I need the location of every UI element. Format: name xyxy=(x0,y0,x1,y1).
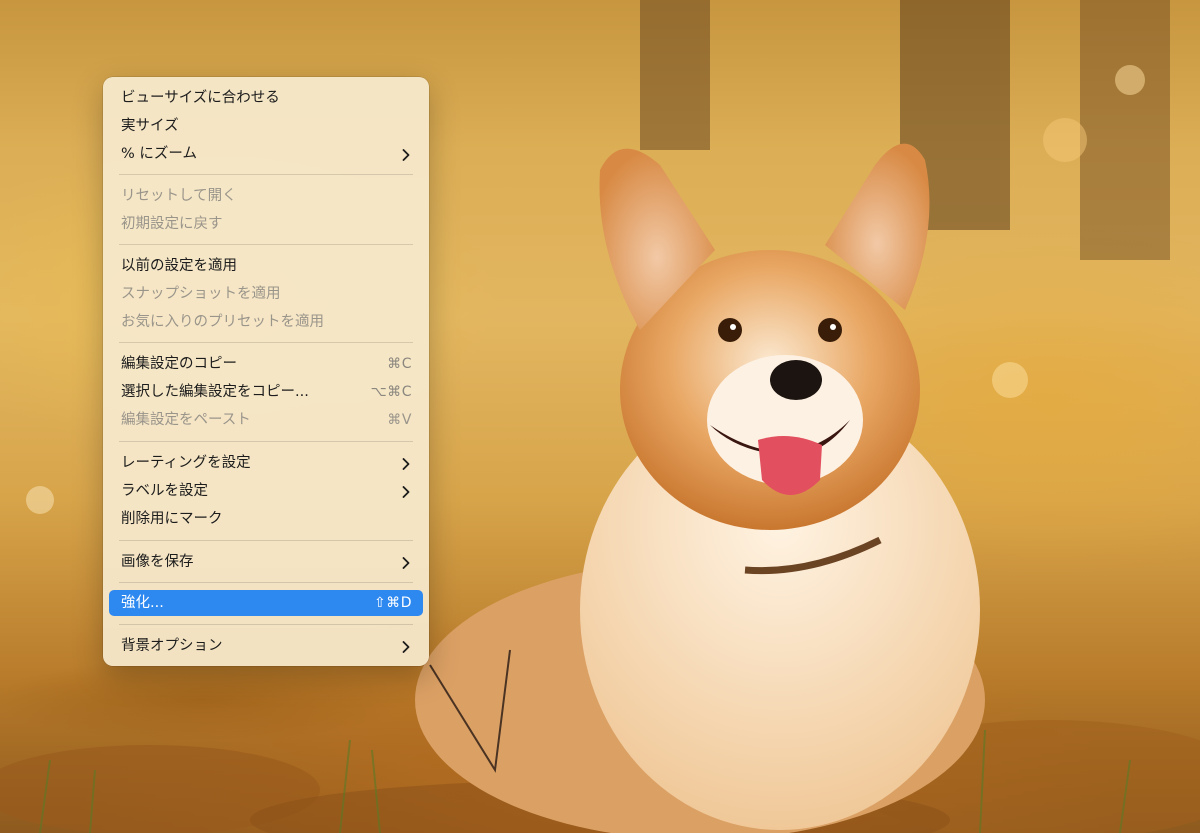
menu-separator xyxy=(119,624,413,625)
menu-item-label: お気に入りのプリセットを適用 xyxy=(121,314,324,330)
photo-background: ビューサイズに合わせる 実サイズ % にズーム リセットして開く 初期設定に戻す… xyxy=(0,0,1200,833)
menu-item-label: ビューサイズに合わせる xyxy=(121,90,280,106)
menu-separator xyxy=(119,342,413,343)
menu-item-label: 削除用にマーク xyxy=(121,511,223,527)
chevron-right-icon xyxy=(402,557,410,569)
chevron-right-icon xyxy=(402,641,410,653)
menu-separator xyxy=(119,174,413,175)
chevron-right-icon xyxy=(402,486,410,498)
menu-item-shortcut: ⌘V xyxy=(387,412,412,428)
menu-item-label: スナップショットを適用 xyxy=(121,286,281,302)
menu-item-background-options[interactable]: 背景オプション xyxy=(109,633,423,659)
menu-separator xyxy=(119,540,413,541)
menu-item-paste-edit-settings[interactable]: 編集設定をペースト ⌘V xyxy=(109,407,423,433)
menu-separator xyxy=(119,582,413,583)
menu-item-enhance[interactable]: 強化... ⇧⌘D xyxy=(109,590,423,616)
menu-item-set-label[interactable]: ラベルを設定 xyxy=(109,478,423,504)
menu-item-label: ラベルを設定 xyxy=(121,483,208,499)
context-menu: ビューサイズに合わせる 実サイズ % にズーム リセットして開く 初期設定に戻す… xyxy=(103,77,429,666)
menu-item-reset-and-open[interactable]: リセットして開く xyxy=(109,183,423,209)
menu-item-copy-edit-settings[interactable]: 編集設定のコピー ⌘C xyxy=(109,351,423,377)
menu-item-mark-for-deletion[interactable]: 削除用にマーク xyxy=(109,506,423,532)
menu-item-shortcut: ⇧⌘D xyxy=(373,595,412,611)
chevron-right-icon xyxy=(402,458,410,470)
menu-separator xyxy=(119,441,413,442)
menu-item-apply-snapshot[interactable]: スナップショットを適用 xyxy=(109,281,423,307)
menu-item-label: 初期設定に戻す xyxy=(121,216,223,232)
menu-item-copy-selected-edit-settings[interactable]: 選択した編集設定をコピー... ⌥⌘C xyxy=(109,379,423,405)
menu-item-apply-favorite-preset[interactable]: お気に入りのプリセットを適用 xyxy=(109,309,423,335)
menu-item-label: 以前の設定を適用 xyxy=(121,258,237,274)
menu-separator xyxy=(119,244,413,245)
menu-item-fit-to-view[interactable]: ビューサイズに合わせる xyxy=(109,85,423,111)
menu-item-label: 選択した編集設定をコピー... xyxy=(121,384,309,400)
menu-item-label: リセットして開く xyxy=(121,188,237,204)
menu-item-revert-to-default[interactable]: 初期設定に戻す xyxy=(109,211,423,237)
menu-item-label: % にズーム xyxy=(121,146,197,162)
chevron-right-icon xyxy=(402,149,410,161)
menu-item-apply-previous-settings[interactable]: 以前の設定を適用 xyxy=(109,253,423,279)
menu-item-actual-size[interactable]: 実サイズ xyxy=(109,113,423,139)
menu-item-shortcut: ⌘C xyxy=(387,356,412,372)
menu-item-label: 背景オプション xyxy=(121,638,223,654)
menu-item-set-rating[interactable]: レーティングを設定 xyxy=(109,450,423,476)
menu-item-label: 実サイズ xyxy=(121,118,179,134)
menu-item-label: 編集設定のコピー xyxy=(121,356,237,372)
menu-item-label: 画像を保存 xyxy=(121,554,194,570)
menu-item-label: レーティングを設定 xyxy=(121,455,251,471)
menu-item-shortcut: ⌥⌘C xyxy=(370,384,412,400)
menu-item-label: 強化... xyxy=(121,595,164,611)
menu-item-zoom-to-percent[interactable]: % にズーム xyxy=(109,141,423,167)
menu-item-label: 編集設定をペースト xyxy=(121,412,251,428)
menu-item-save-image[interactable]: 画像を保存 xyxy=(109,549,423,575)
